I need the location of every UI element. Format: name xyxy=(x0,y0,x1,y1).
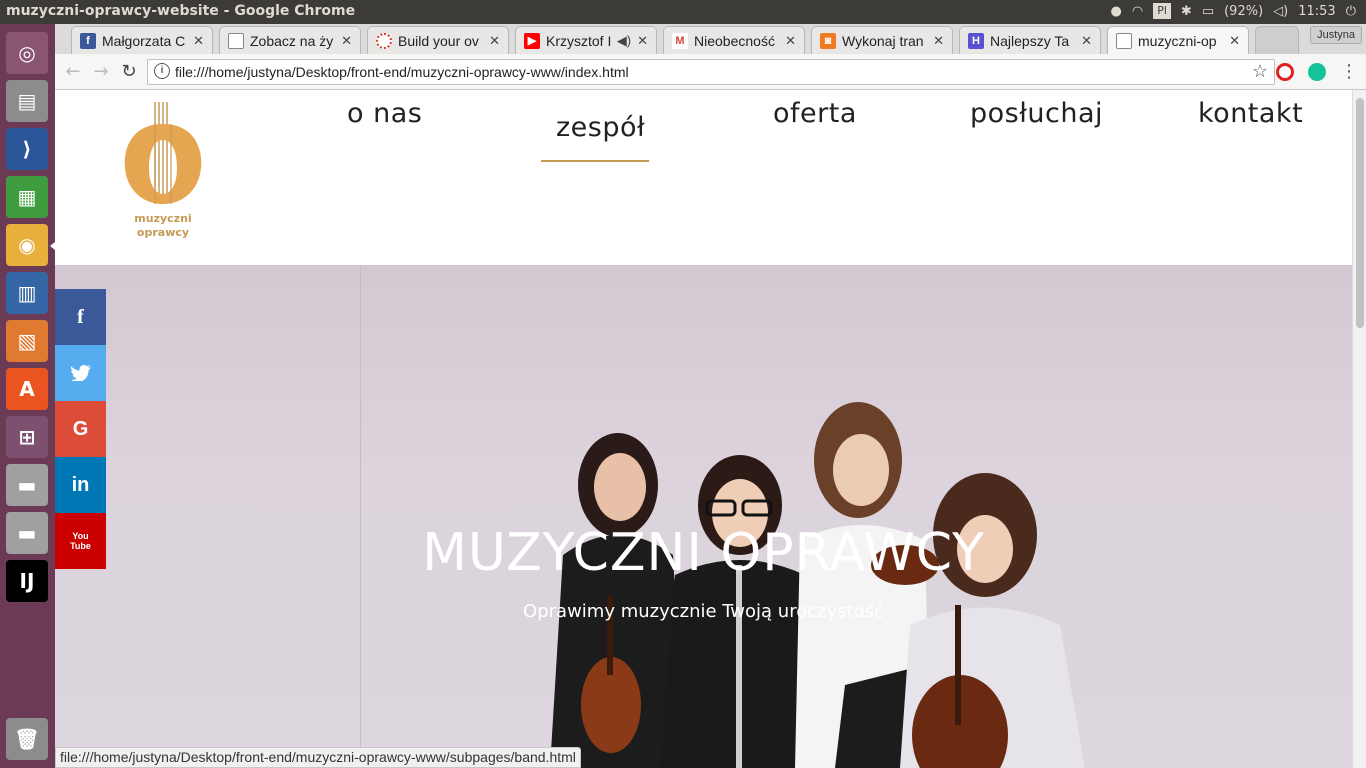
profile-chip[interactable]: Justyna xyxy=(1310,26,1362,44)
sync-icon[interactable]: ● xyxy=(1111,4,1122,19)
facebook-icon[interactable]: f xyxy=(55,289,106,345)
files-icon[interactable]: ▤ xyxy=(6,80,48,122)
nav-oferta[interactable]: oferta xyxy=(773,98,857,129)
impress-icon[interactable]: ▧ xyxy=(6,320,48,362)
menu-icon[interactable]: ⋮ xyxy=(1340,61,1358,82)
tab-strip: f Małgorzata C ✕ Zobacz na ży ✕ Build yo… xyxy=(55,24,1366,54)
page-viewport: muzyczni oprawcy o nas zespół oferta pos… xyxy=(55,90,1352,768)
nav-active-underline xyxy=(541,160,649,162)
speaker-icon[interactable]: ◀) xyxy=(617,33,631,49)
nav-zespol[interactable]: zespół xyxy=(556,112,645,143)
spreadsheet-icon[interactable]: ▦ xyxy=(6,176,48,218)
tab[interactable]: Build your ov ✕ xyxy=(367,26,509,54)
grammarly-extension-icon[interactable] xyxy=(1308,63,1326,81)
social-sidebar: f G in You Tube xyxy=(55,289,106,569)
najlepszy-icon: H xyxy=(968,32,984,49)
close-icon[interactable]: ✕ xyxy=(933,33,944,49)
nav-o-nas[interactable]: o nas xyxy=(347,98,422,129)
logo-text-line2: oprawcy xyxy=(137,226,189,239)
back-arrow-icon[interactable]: ← xyxy=(61,60,85,84)
linkedin-icon[interactable]: in xyxy=(55,457,106,513)
workspace-switcher-icon[interactable]: ⊞ xyxy=(6,416,48,458)
drive-icon[interactable]: ▬ xyxy=(6,464,48,506)
page-icon xyxy=(228,32,244,49)
nav-posluchaj[interactable]: posłuchaj xyxy=(970,98,1103,129)
window-title: muzyczni-oprawcy-website - Google Chrome xyxy=(6,3,356,19)
os-top-bar: muzyczni-oprawcy-website - Google Chrome… xyxy=(0,0,1366,24)
logo-text-line1: muzyczni xyxy=(134,212,191,225)
system-tray: ● ◠ Pl ✱ ▭ (92%) ◁) 11:53 ⏻ xyxy=(1111,3,1356,19)
power-icon[interactable]: ⏻ xyxy=(1346,4,1356,19)
close-icon[interactable]: ✕ xyxy=(489,33,500,49)
browser-toolbar: ← → ↻ i file:///home/justyna/Desktop/fro… xyxy=(55,54,1366,90)
logo[interactable]: muzyczni oprawcy xyxy=(123,102,203,242)
close-icon[interactable]: ✕ xyxy=(785,33,796,49)
ubuntu-dash-icon[interactable]: ◎ xyxy=(6,32,48,74)
url-text[interactable]: file:///home/justyna/Desktop/front-end/m… xyxy=(175,64,629,80)
tab[interactable]: ▶ Krzysztof I ◀) ✕ xyxy=(515,26,657,54)
battery-icon[interactable]: ▭ xyxy=(1202,4,1214,19)
page-icon xyxy=(1116,32,1132,49)
info-icon[interactable]: i xyxy=(154,63,170,79)
hero-title: MUZYCZNI OPRAWCY xyxy=(422,523,985,583)
wykonaj-icon: ◙ xyxy=(820,32,836,49)
bluetooth-icon[interactable]: ✱ xyxy=(1181,4,1192,19)
chrome-icon[interactable]: ◉ xyxy=(6,224,48,266)
intellij-icon[interactable]: IJ xyxy=(6,560,48,602)
opera-extension-icon[interactable] xyxy=(1276,63,1294,81)
trash-icon[interactable]: 🗑 xyxy=(6,718,48,760)
drive-icon[interactable]: ▬ xyxy=(6,512,48,554)
scrollbar-thumb[interactable] xyxy=(1356,98,1364,328)
vscode-icon[interactable]: ⟩ xyxy=(6,128,48,170)
tab[interactable]: ◙ Wykonaj tran ✕ xyxy=(811,26,953,54)
twitter-icon[interactable] xyxy=(55,345,106,401)
tab[interactable]: H Najlepszy Ta ✕ xyxy=(959,26,1101,54)
tab-active[interactable]: muzyczni-op ✕ xyxy=(1107,26,1249,54)
close-icon[interactable]: ✕ xyxy=(1081,33,1092,49)
youtube-icon[interactable]: You Tube xyxy=(55,513,106,569)
launcher: ◎ ▤ ⟩ ▦ ◉ ▥ ▧ A ⊞ ▬ ▬ IJ 🗑 xyxy=(0,24,55,768)
hero-subtitle: Oprawimy muzycznie Twoją uroczystość xyxy=(523,601,884,622)
hero-section: MUZYCZNI OPRAWCY Oprawimy muzycznie Twoj… xyxy=(55,265,1352,768)
forward-arrow-icon[interactable]: → xyxy=(89,60,113,84)
close-icon[interactable]: ✕ xyxy=(193,33,204,49)
software-center-icon[interactable]: A xyxy=(6,368,48,410)
youtube-icon: ▶ xyxy=(524,32,540,49)
build-icon xyxy=(376,32,392,49)
site-header: muzyczni oprawcy o nas zespół oferta pos… xyxy=(55,90,1352,265)
volume-icon[interactable]: ◁) xyxy=(1273,4,1288,19)
wifi-icon[interactable]: ◠ xyxy=(1132,4,1143,19)
close-icon[interactable]: ✕ xyxy=(637,33,648,49)
google-icon[interactable]: G xyxy=(55,401,106,457)
status-bubble: file:///home/justyna/Desktop/front-end/m… xyxy=(55,747,581,768)
battery-percentage[interactable]: (92%) xyxy=(1224,4,1263,19)
tab[interactable]: f Małgorzata C ✕ xyxy=(71,26,213,54)
tab[interactable]: M Nieobecność ✕ xyxy=(663,26,805,54)
new-tab-button[interactable] xyxy=(1255,26,1299,54)
band-photo xyxy=(550,402,1085,768)
facebook-icon: f xyxy=(80,32,96,49)
gmail-icon: M xyxy=(672,32,688,49)
tab[interactable]: Zobacz na ży ✕ xyxy=(219,26,361,54)
close-icon[interactable]: ✕ xyxy=(1229,33,1240,49)
keyboard-layout-indicator[interactable]: Pl xyxy=(1153,3,1171,19)
address-bar[interactable]: i file:///home/justyna/Desktop/front-end… xyxy=(147,59,1275,85)
page-scrollbar[interactable] xyxy=(1352,90,1366,768)
close-icon[interactable]: ✕ xyxy=(341,33,352,49)
bookmark-star-icon[interactable]: ☆ xyxy=(1252,61,1268,82)
nav-kontakt[interactable]: kontakt xyxy=(1198,98,1303,129)
writer-icon[interactable]: ▥ xyxy=(6,272,48,314)
reload-icon[interactable]: ↻ xyxy=(117,60,141,84)
clock[interactable]: 11:53 xyxy=(1298,4,1335,19)
